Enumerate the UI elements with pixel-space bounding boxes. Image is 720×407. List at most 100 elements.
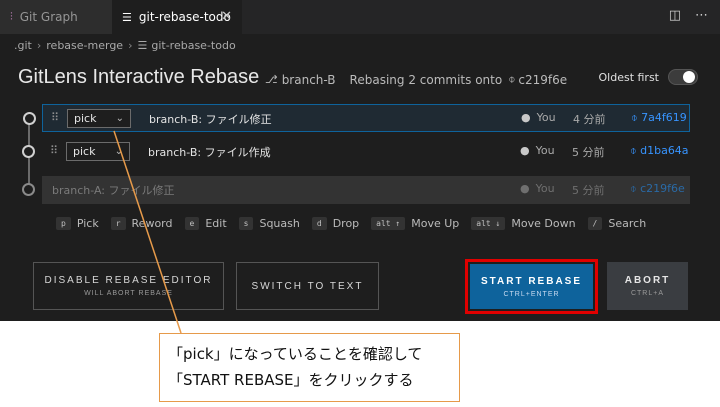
- author-name: You: [536, 111, 556, 124]
- commit-row[interactable]: ⠿ pick ⌄ branch-B: ファイル作成 ● You 5 分前 ⌽ d…: [22, 138, 690, 166]
- close-icon[interactable]: ✕: [221, 9, 232, 24]
- key-badge: alt ↑: [371, 217, 406, 230]
- shortcut-label: Pick: [76, 217, 99, 230]
- chevron-right-icon: ›: [128, 38, 133, 52]
- rebasing-text: Rebasing 2 commits onto: [349, 72, 503, 87]
- list-icon: ☰: [122, 10, 132, 24]
- onto-sha[interactable]: c219f6e: [518, 73, 567, 87]
- button-label: START REBASE: [480, 275, 583, 287]
- editor-tab-bar: ⫶ Git Graph ☰ git-rebase-todo ✕ ◫ ⋯: [0, 0, 720, 34]
- key-badge: s: [238, 217, 254, 230]
- button-sublabel: CTRL+A: [630, 290, 665, 297]
- split-editor-icon[interactable]: ◫: [669, 8, 681, 23]
- abort-button[interactable]: ABORT CTRL+A: [607, 262, 688, 310]
- commit-time: 4 分前: [573, 113, 606, 126]
- disable-rebase-editor-button[interactable]: DISABLE REBASE EDITOR WILL ABORT REBASE: [33, 262, 224, 310]
- shortcut-move-up: alt ↑ Move Up: [371, 217, 459, 230]
- branch-name: branch-B: [281, 72, 336, 87]
- annotation-line-2: 「START REBASE」をクリックする: [168, 371, 414, 389]
- key-badge: alt ↓: [471, 217, 506, 230]
- breadcrumb-item[interactable]: .git: [14, 39, 32, 52]
- action-select[interactable]: pick ⌄: [66, 142, 130, 161]
- commit-author: ● You: [520, 182, 555, 195]
- editor-actions: ◫ ⋯: [669, 8, 708, 23]
- breadcrumb-item[interactable]: rebase-merge: [46, 39, 123, 52]
- button-label: ABORT: [624, 275, 671, 286]
- action-value: pick: [74, 112, 97, 125]
- commit-node-icon: [22, 145, 35, 158]
- tab-git-graph[interactable]: ⫶ Git Graph: [0, 0, 112, 34]
- commit-message: branch-B: ファイル作成: [148, 146, 271, 159]
- chevron-down-icon: ⌄: [115, 113, 124, 124]
- avatar-icon: ●: [521, 111, 531, 124]
- git-graph-icon: ⫶: [10, 10, 13, 23]
- tab-label: git-rebase-todo: [138, 10, 231, 24]
- list-icon: ☰: [137, 38, 148, 52]
- commit-author: ● You: [521, 111, 556, 124]
- oldest-first-control: Oldest first: [598, 69, 698, 85]
- tab-git-rebase-todo[interactable]: ☰ git-rebase-todo ✕: [112, 0, 242, 34]
- commit-sha-link[interactable]: ⌽ 7a4f619: [631, 111, 687, 125]
- shortcut-squash: s Squash: [238, 217, 300, 230]
- action-select[interactable]: pick ⌄: [67, 109, 131, 128]
- drag-handle-icon[interactable]: ⠿: [51, 111, 59, 124]
- key-badge: r: [110, 217, 126, 230]
- action-value: pick: [73, 145, 96, 158]
- interactive-rebase-panel: GitLens Interactive Rebase ⎇ branch-B Re…: [0, 56, 720, 321]
- key-badge: p: [56, 217, 71, 230]
- commit-icon: ⌽: [508, 72, 516, 86]
- commit-message: branch-A: ファイル修正: [52, 184, 175, 197]
- commit-node-icon: [22, 183, 35, 196]
- breadcrumb-item[interactable]: git-rebase-todo: [151, 39, 235, 52]
- start-rebase-button[interactable]: START REBASE CTRL+ENTER: [470, 264, 593, 309]
- annotation-callout: 「pick」になっていることを確認して 「START REBASE」をクリックす…: [159, 333, 460, 402]
- shortcut-pick: p Pick: [56, 217, 99, 230]
- commit-row[interactable]: ⠿ pick ⌄ branch-B: ファイル修正 ● You 4 分前 ⌽ 7…: [23, 104, 690, 132]
- annotation-line-1: 「pick」になっていることを確認して: [168, 345, 423, 363]
- button-sublabel: CTRL+ENTER: [503, 290, 560, 298]
- oldest-first-toggle[interactable]: [668, 69, 698, 85]
- page-title: GitLens Interactive Rebase: [18, 66, 260, 88]
- avatar-icon: ●: [520, 182, 530, 195]
- tab-label: Git Graph: [19, 10, 78, 24]
- commit-node-icon: [23, 112, 36, 125]
- shortcut-reword: r Reword: [110, 217, 173, 230]
- commit-sha-link[interactable]: ⌽ c219f6e: [630, 182, 685, 196]
- author-name: You: [535, 182, 555, 195]
- more-actions-icon[interactable]: ⋯: [695, 8, 708, 23]
- sha-text: c219f6e: [640, 182, 685, 195]
- breadcrumb: .git › rebase-merge › ☰ git-rebase-todo: [0, 34, 720, 56]
- shortcut-label: Drop: [332, 217, 360, 230]
- commit-time: 5 分前: [572, 146, 605, 159]
- avatar-icon: ●: [520, 144, 530, 157]
- shortcut-label: Edit: [205, 217, 227, 230]
- oldest-first-label: Oldest first: [598, 70, 660, 84]
- shortcut-search: / Search: [587, 217, 647, 230]
- key-badge: /: [587, 217, 603, 230]
- commit-sha-link[interactable]: ⌽ d1ba64a: [630, 144, 689, 158]
- shortcut-label: Reword: [131, 217, 173, 230]
- button-label: DISABLE REBASE EDITOR: [44, 275, 213, 286]
- shortcut-edit: e Edit: [184, 217, 227, 230]
- commit-author: ● You: [520, 144, 555, 157]
- chevron-right-icon: ›: [36, 38, 42, 52]
- drag-handle-icon[interactable]: ⠿: [50, 144, 58, 157]
- button-label: SWITCH TO TEXT: [251, 280, 364, 292]
- sha-text: d1ba64a: [640, 144, 689, 157]
- shortcut-move-down: alt ↓ Move Down: [471, 217, 576, 230]
- rebase-info: ⎇ branch-B Rebasing 2 commits onto ⌽ c21…: [265, 72, 567, 87]
- branch-icon: ⎇: [265, 73, 278, 86]
- shortcut-label: Squash: [259, 217, 300, 230]
- button-sublabel: WILL ABORT REBASE: [84, 290, 173, 297]
- author-name: You: [535, 144, 555, 157]
- key-badge: d: [311, 217, 327, 230]
- commit-message: branch-B: ファイル修正: [149, 113, 272, 126]
- key-badge: e: [184, 217, 200, 230]
- switch-to-text-button[interactable]: SWITCH TO TEXT: [236, 262, 379, 310]
- shortcut-drop: d Drop: [311, 217, 360, 230]
- sha-text: 7a4f619: [641, 111, 687, 124]
- chevron-down-icon: ⌄: [114, 146, 123, 157]
- shortcut-label: Move Up: [411, 217, 460, 230]
- shortcut-label: Search: [608, 217, 647, 230]
- shortcut-label: Move Down: [511, 217, 576, 230]
